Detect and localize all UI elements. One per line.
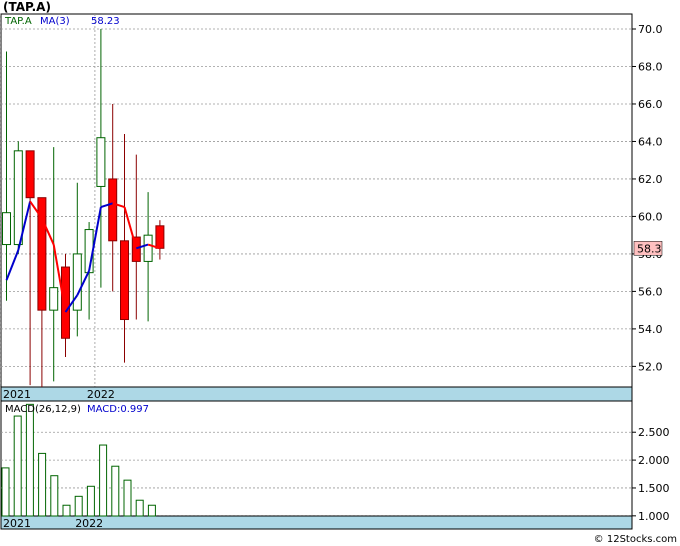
candle-body <box>49 287 59 311</box>
macd-bar <box>38 452 47 517</box>
price-tick-label: 60.0 <box>638 210 663 223</box>
macd-date-label: 2022 <box>75 517 103 530</box>
price-tick-label: 54.0 <box>638 323 663 336</box>
macd-bar <box>111 465 120 517</box>
price-tick-label: 70.0 <box>638 23 663 36</box>
candle-body <box>2 212 11 246</box>
footer-credit: © 12Stocks.com <box>593 534 677 545</box>
macd-bar <box>74 495 83 517</box>
macd-legend-entry: MACD(26,12,9) <box>5 404 81 415</box>
macd-bar <box>99 444 108 517</box>
macd-tick-label: 1.000 <box>638 510 670 523</box>
macd-tick-label: 2.500 <box>638 426 670 439</box>
candle-body <box>61 266 70 339</box>
price-legend-entry: 58.23 <box>91 16 120 27</box>
macd-bar <box>13 415 22 517</box>
macd-legend: MACD(26,12,9) MACD:0.997 <box>5 404 149 415</box>
price-date-label: 2021 <box>3 388 31 401</box>
candle-body <box>108 178 118 242</box>
candle-body <box>155 225 165 249</box>
price-date-label: 2022 <box>87 388 115 401</box>
chart-svg: 52.054.056.058.060.062.064.066.068.070.0… <box>0 13 670 530</box>
macd-legend-entry: MACD:0.997 <box>87 404 149 415</box>
macd-bar <box>147 504 156 517</box>
price-panel-frame <box>0 13 633 402</box>
price-legend-entry: MA(3) <box>40 16 70 27</box>
candle-body <box>96 137 106 187</box>
macd-tick-label: 1.500 <box>638 482 670 495</box>
macd-tick-label: 2.000 <box>638 454 670 467</box>
price-tick-label: 56.0 <box>638 285 663 298</box>
price-tick-label: 52.0 <box>638 360 663 373</box>
last-price-label: 58.3 <box>637 242 662 255</box>
macd-bar <box>1 467 10 517</box>
candle-body <box>13 150 23 246</box>
price-legend: TAP.A MA(3) 58.23 <box>4 16 120 27</box>
price-tick-label: 62.0 <box>638 173 663 186</box>
macd-bar <box>25 403 34 517</box>
macd-date-label: 2021 <box>3 517 31 530</box>
macd-bar <box>62 504 71 517</box>
macd-bar <box>50 475 59 517</box>
macd-bar <box>135 499 144 517</box>
price-tick-label: 66.0 <box>638 98 663 111</box>
macd-panel-frame <box>0 400 633 530</box>
candle-body <box>120 240 129 321</box>
price-tick-label: 64.0 <box>638 135 663 148</box>
price-legend-entry: TAP.A <box>4 16 32 27</box>
macd-bar <box>123 479 132 517</box>
candle-body <box>25 150 35 199</box>
macd-bar <box>86 485 95 517</box>
candle-body <box>72 253 82 311</box>
candle-body <box>143 234 153 262</box>
price-tick-label: 68.0 <box>638 60 663 73</box>
